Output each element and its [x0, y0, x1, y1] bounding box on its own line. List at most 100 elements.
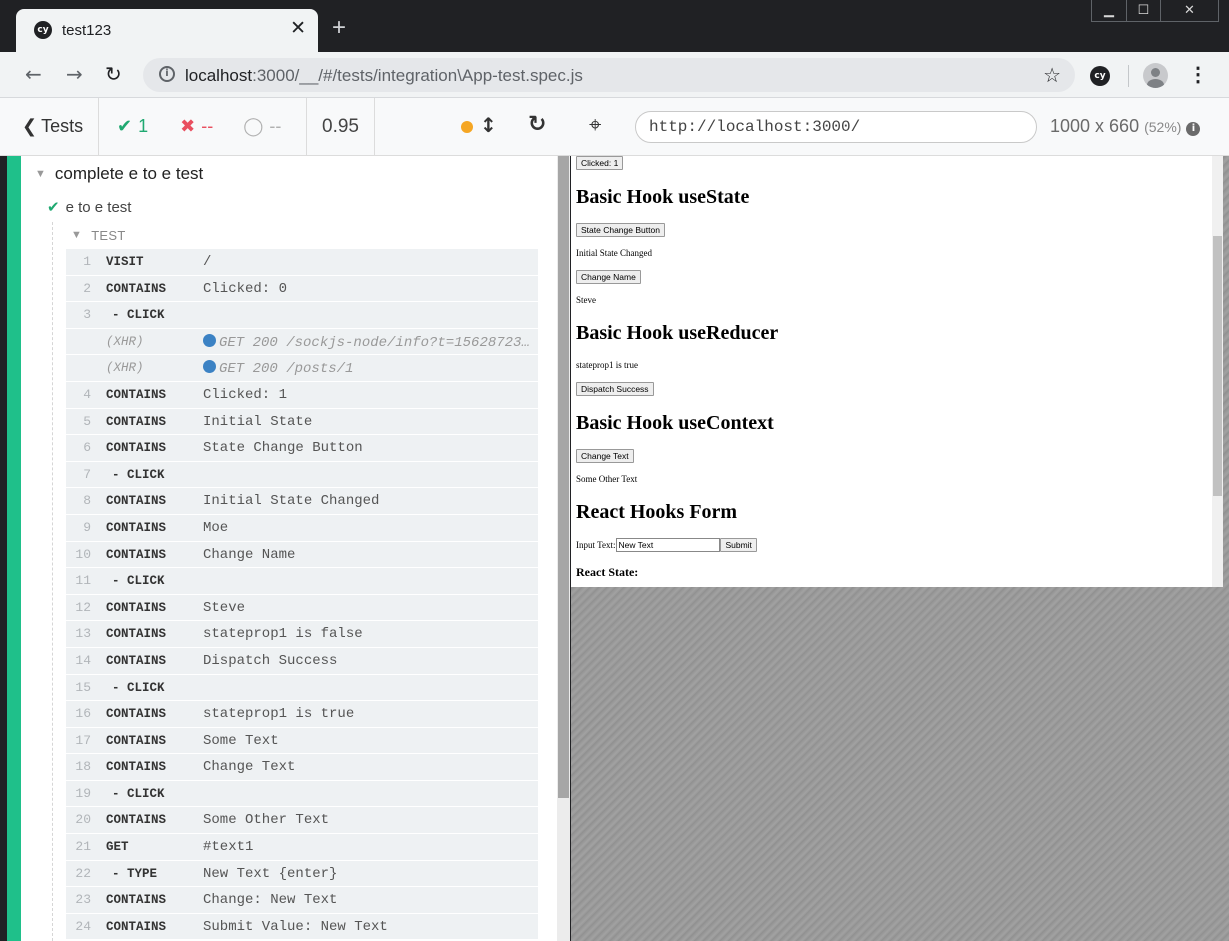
command-row[interactable]: 14 CONTAINS Dispatch Success	[66, 647, 538, 675]
command-row[interactable]: 5 CONTAINS Initial State	[66, 408, 538, 436]
state-change-button[interactable]: State Change Button	[576, 223, 665, 237]
test-stats: ✔ 1 ✖ -- ◯ --	[99, 98, 307, 155]
command-row[interactable]: 21 GET #text1	[66, 834, 538, 861]
browser-tab[interactable]: cy test123 ✕	[16, 9, 318, 52]
info-icon: i	[1186, 122, 1201, 136]
command-name: CONTAINS	[106, 387, 167, 402]
suite-title-text: complete e to e test	[54, 164, 204, 183]
address-url[interactable]: localhost:3000/__/#/tests/integration\Ap…	[185, 66, 583, 86]
cypress-header: ❮ Tests ✔ 1 ✖ -- ◯ -- 0.95 ↕ ↻ ⌖ http://loc…	[0, 98, 1229, 156]
command-message: #text1	[203, 839, 254, 856]
command-row[interactable]: 4 CONTAINS Clicked: 1	[66, 381, 538, 409]
command-row[interactable]: 17 CONTAINS Some Text	[66, 727, 538, 755]
failed-count: --	[201, 116, 214, 136]
text-input[interactable]: New Text	[616, 538, 721, 552]
xhr-log-row[interactable]: (XHR) GET 200 /posts/1	[66, 355, 538, 382]
cypress-extension-icon[interactable]: cy	[1090, 66, 1110, 86]
command-name: CONTAINS	[106, 547, 167, 562]
xhr-log-row[interactable]: (XHR) GET 200 /sockjs-node/info?t=1562872…	[66, 328, 538, 356]
command-number: 11	[75, 573, 91, 589]
command-row[interactable]: 22 - TYPE New Text {enter}	[66, 860, 538, 888]
circle-notch-icon: ◯	[243, 116, 264, 137]
maximize-icon[interactable]: ☐	[1126, 0, 1160, 21]
command-message: stateprop1 is false	[203, 626, 363, 643]
command-number: 20	[75, 812, 91, 828]
command-message: stateprop1 is true	[203, 706, 355, 723]
command-name: - CLICK	[112, 574, 165, 589]
command-message: Dispatch Success	[203, 652, 338, 669]
aut-scrollbar-thumb[interactable]	[1213, 236, 1222, 496]
context-text: Some Other Text	[576, 474, 638, 484]
address-bar[interactable]: i localhost:3000/__/#/tests/integration\…	[143, 58, 1075, 92]
suite-title[interactable]: ▼ complete e to e test	[35, 164, 203, 184]
check-icon: ✔	[117, 116, 133, 137]
react-state-label: React State:	[576, 565, 639, 579]
command-row[interactable]: 13 CONTAINS stateprop1 is false	[66, 621, 538, 648]
browser-window: cy test123 ✕ + ▁ ☐ ✕ ← → ↻ i localhost:3…	[0, 0, 1229, 941]
command-row[interactable]: 7 - CLICK	[66, 461, 538, 489]
command-row[interactable]: 16 CONTAINS stateprop1 is true	[66, 701, 538, 728]
submit-button[interactable]: Submit	[720, 538, 757, 552]
command-message: State Change Button	[203, 440, 363, 457]
reload-icon[interactable]: ↻	[105, 63, 122, 85]
restart-icon[interactable]: ↻	[528, 112, 546, 137]
bookmark-star-icon[interactable]: ☆	[1043, 63, 1061, 88]
command-row[interactable]: 10 CONTAINS Change Name	[66, 541, 538, 569]
command-row[interactable]: 12 CONTAINS Steve	[66, 594, 538, 622]
command-row[interactable]: 20 CONTAINS Some Other Text	[66, 807, 538, 835]
command-row[interactable]: 9 CONTAINS Moe	[66, 514, 538, 542]
command-name: CONTAINS	[106, 653, 167, 668]
xhr-status-dot-icon	[203, 333, 216, 347]
site-info-icon[interactable]: i	[159, 66, 175, 82]
heading-usereducer: Basic Hook useReducer	[576, 322, 779, 344]
aut-url-field[interactable]: http://localhost:3000/	[635, 111, 1037, 143]
command-name: CONTAINS	[106, 707, 167, 722]
command-number: 15	[75, 679, 91, 695]
command-row[interactable]: 3 - CLICK	[66, 302, 538, 329]
close-tab-icon[interactable]: ✕	[290, 18, 306, 40]
test-title[interactable]: ✔ e to e test	[47, 198, 131, 216]
selector-playground-icon[interactable]: ⌖	[589, 113, 601, 138]
hooks-title[interactable]: ▼ TEST	[71, 228, 126, 243]
command-name: CONTAINS	[106, 441, 167, 456]
command-row[interactable]: 1 VISIT /	[66, 249, 538, 276]
command-message: Change Text	[203, 759, 296, 776]
url-host: localhost	[185, 66, 253, 85]
change-text-button[interactable]: Change Text	[576, 449, 634, 463]
command-row[interactable]: 23 CONTAINS Change: New Text	[66, 887, 538, 914]
command-name: CONTAINS	[106, 760, 167, 775]
command-row[interactable]: 8 CONTAINS Initial State Changed	[66, 488, 538, 515]
new-tab-icon[interactable]: +	[332, 16, 346, 40]
clicked-button[interactable]: Clicked: 1	[576, 156, 624, 170]
profile-avatar-icon[interactable]	[1143, 63, 1168, 88]
aut-iframe: Clicked: 1 Basic Hook useState State Cha…	[571, 156, 1223, 587]
viewport-info[interactable]: 1000 x 660 (52%) i	[1050, 116, 1201, 137]
tests-back-button[interactable]: ❮ Tests	[7, 98, 99, 155]
back-arrow-icon[interactable]: ←	[25, 63, 42, 85]
input-label: Input Text:	[576, 540, 616, 550]
browser-menu-icon[interactable]: ⋮	[1188, 64, 1208, 86]
command-row[interactable]: 2 CONTAINS Clicked: 0	[66, 275, 538, 303]
command-row[interactable]: 15 - CLICK	[66, 674, 538, 702]
command-name: CONTAINS	[106, 893, 167, 908]
aut-scrollbar[interactable]	[1212, 156, 1223, 587]
command-number: 13	[75, 626, 91, 642]
command-row[interactable]: 18 CONTAINS Change Text	[66, 754, 538, 781]
close-window-icon[interactable]: ✕	[1160, 0, 1218, 21]
command-row[interactable]: 19 - CLICK	[66, 780, 538, 808]
reporter-scrollbar-thumb[interactable]	[558, 156, 569, 798]
command-row[interactable]: 11 - CLICK	[66, 568, 538, 595]
reporter-scrollbar[interactable]	[557, 156, 570, 941]
command-row[interactable]: 24 CONTAINS Submit Value: New Text	[66, 913, 538, 941]
command-message: GET 200 /sockjs-node/info?t=15628723…	[203, 333, 533, 351]
forward-arrow-icon[interactable]: →	[66, 63, 83, 85]
minimize-icon[interactable]: ▁	[1092, 0, 1126, 21]
command-row[interactable]: 6 CONTAINS State Change Button	[66, 435, 538, 462]
change-name-button[interactable]: Change Name	[576, 270, 641, 284]
collapse-triangle-icon: ▼	[71, 229, 83, 241]
dispatch-success-button[interactable]: Dispatch Success	[576, 382, 654, 396]
command-number: 14	[75, 652, 91, 668]
cypress-favicon-icon: cy	[34, 21, 52, 39]
command-number: 1	[83, 254, 91, 269]
auto-scroll-icon[interactable]: ↕	[480, 113, 497, 137]
